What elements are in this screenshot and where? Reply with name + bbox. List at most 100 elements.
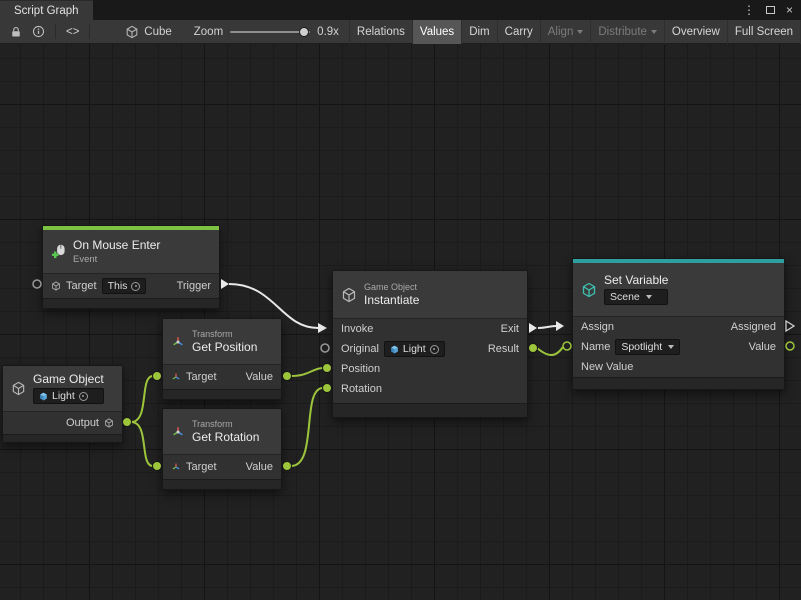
row-name-value: Name Spotlight Value xyxy=(573,337,784,357)
value-port-label: Value xyxy=(246,461,273,473)
node-on-mouse-enter[interactable]: On Mouse Enter Event Target This Trigger xyxy=(42,225,220,309)
transform-icon xyxy=(171,335,185,349)
toolbar-separator xyxy=(55,24,56,39)
chevron-down-icon xyxy=(646,295,652,299)
transform-icon xyxy=(171,425,185,439)
node-title: Game Object xyxy=(33,373,104,386)
distribute-dropdown[interactable]: Distribute xyxy=(590,20,664,44)
variable-scope-dropdown[interactable]: Scene xyxy=(604,289,668,305)
game-object-icon xyxy=(390,345,399,354)
assigned-port-label: Assigned xyxy=(731,321,776,333)
graph-target-label: Cube xyxy=(144,26,172,38)
node-title: Get Position xyxy=(192,341,257,354)
values-button[interactable]: Values xyxy=(412,20,461,44)
node-category: Transform xyxy=(192,419,259,429)
trigger-port-label: Trigger xyxy=(177,280,211,292)
variable-icon xyxy=(581,282,597,298)
row-target-trigger: Target This Trigger xyxy=(43,274,219,298)
node-footer xyxy=(163,389,281,399)
node-body: Target This Trigger xyxy=(43,274,219,298)
value-port-label: Value xyxy=(246,371,273,383)
relations-button[interactable]: Relations xyxy=(349,20,412,44)
row-output: Output xyxy=(3,412,122,434)
node-get-position[interactable]: Transform Get Position Target Value xyxy=(162,318,282,400)
node-body: Target Value xyxy=(163,455,281,479)
node-footer xyxy=(333,403,527,417)
node-instantiate[interactable]: Game Object Instantiate Invoke Exit Orig… xyxy=(332,270,528,418)
node-title: Get Rotation xyxy=(192,431,259,444)
assign-port-label: Assign xyxy=(581,321,614,333)
node-subtitle: Event xyxy=(73,254,160,265)
node-body: Target Value xyxy=(163,365,281,389)
graph-target[interactable]: Cube xyxy=(125,25,172,39)
lock-icon[interactable] xyxy=(4,21,27,43)
game-object-icon xyxy=(104,418,114,428)
rotation-port-label: Rotation xyxy=(341,383,382,395)
chevron-down-icon xyxy=(577,30,583,34)
game-object-icon xyxy=(51,281,61,291)
target-inline-value[interactable]: This xyxy=(102,278,147,294)
game-object-icon xyxy=(39,392,48,401)
result-port-label: Result xyxy=(488,343,519,355)
row-invoke-exit: Invoke Exit xyxy=(333,319,527,339)
target-port-label: Target xyxy=(66,280,97,292)
wire-rotation-value xyxy=(291,388,323,466)
kebab-menu-icon[interactable]: ⋮ xyxy=(743,4,755,16)
node-game-object-literal[interactable]: Game Object Light Output xyxy=(2,365,123,443)
transform-icon xyxy=(171,462,181,472)
wire-result-to-setvariable xyxy=(537,347,563,355)
graph-canvas[interactable]: On Mouse Enter Event Target This Trigger xyxy=(0,44,801,600)
exit-port-label: Exit xyxy=(501,323,519,335)
cube-icon xyxy=(11,381,26,396)
zoom-slider-knob[interactable] xyxy=(299,27,309,37)
close-icon[interactable]: × xyxy=(786,4,793,16)
info-icon[interactable] xyxy=(27,21,50,43)
row-assign-assigned: Assign Assigned xyxy=(573,317,784,337)
tab-script-graph[interactable]: Script Graph xyxy=(0,0,93,20)
align-dropdown[interactable]: Align xyxy=(540,20,591,44)
value-port-label: Value xyxy=(749,341,776,353)
overview-button[interactable]: Overview xyxy=(664,20,727,44)
node-title: Set Variable xyxy=(604,274,668,287)
tab-bar: Script Graph ⋮ × xyxy=(0,0,801,20)
zoom-control: Zoom 0.9x xyxy=(194,26,339,38)
toolbar-separator xyxy=(89,24,90,39)
node-body: Output xyxy=(3,412,122,434)
transform-icon xyxy=(171,372,181,382)
fullscreen-button[interactable]: Full Screen xyxy=(727,20,801,44)
object-picker-icon[interactable] xyxy=(430,345,439,354)
node-get-rotation[interactable]: Transform Get Rotation Target Value xyxy=(162,408,282,490)
target-port-label: Target xyxy=(186,371,217,383)
wire-exit-to-assign xyxy=(538,326,556,328)
object-picker-icon[interactable] xyxy=(79,392,88,401)
name-port-label: Name xyxy=(581,341,610,353)
code-icon[interactable]: <> xyxy=(61,21,84,43)
node-footer xyxy=(43,298,219,308)
target-port-label: Target xyxy=(186,461,217,473)
row-rotation: Rotation xyxy=(333,379,527,399)
row-target-value: Target Value xyxy=(163,455,281,479)
variable-name-dropdown[interactable]: Spotlight xyxy=(615,339,680,355)
graph-toolbar: <> Cube Zoom 0.9x Relations Values Dim C… xyxy=(0,20,801,44)
cube-icon xyxy=(341,287,357,303)
new-value-port-label: New Value xyxy=(581,361,633,373)
node-set-variable[interactable]: Set Variable Scene Assign Assigned Name xyxy=(572,258,785,390)
zoom-slider[interactable] xyxy=(230,31,310,33)
dim-button[interactable]: Dim xyxy=(461,20,496,44)
object-field[interactable]: Light xyxy=(384,341,445,357)
object-picker-icon[interactable] xyxy=(131,282,140,291)
cube-icon xyxy=(125,25,139,39)
carry-button[interactable]: Carry xyxy=(497,20,540,44)
node-header: Transform Get Rotation xyxy=(163,409,281,455)
wire-position-value xyxy=(291,368,323,376)
wire-output-to-getrotation xyxy=(131,422,153,466)
wire-arrowhead xyxy=(556,321,564,331)
node-body: Assign Assigned Name Spotlight Value New… xyxy=(573,317,784,377)
position-port-label: Position xyxy=(341,363,380,375)
node-title: Instantiate xyxy=(364,294,419,307)
object-field[interactable]: Light xyxy=(33,388,104,404)
wire-arrowhead xyxy=(318,323,327,333)
row-target-value: Target Value xyxy=(163,365,281,389)
maximize-icon[interactable] xyxy=(766,6,775,14)
toolbar-toggle-group: Relations Values Dim Carry Align Distrib… xyxy=(349,20,801,44)
